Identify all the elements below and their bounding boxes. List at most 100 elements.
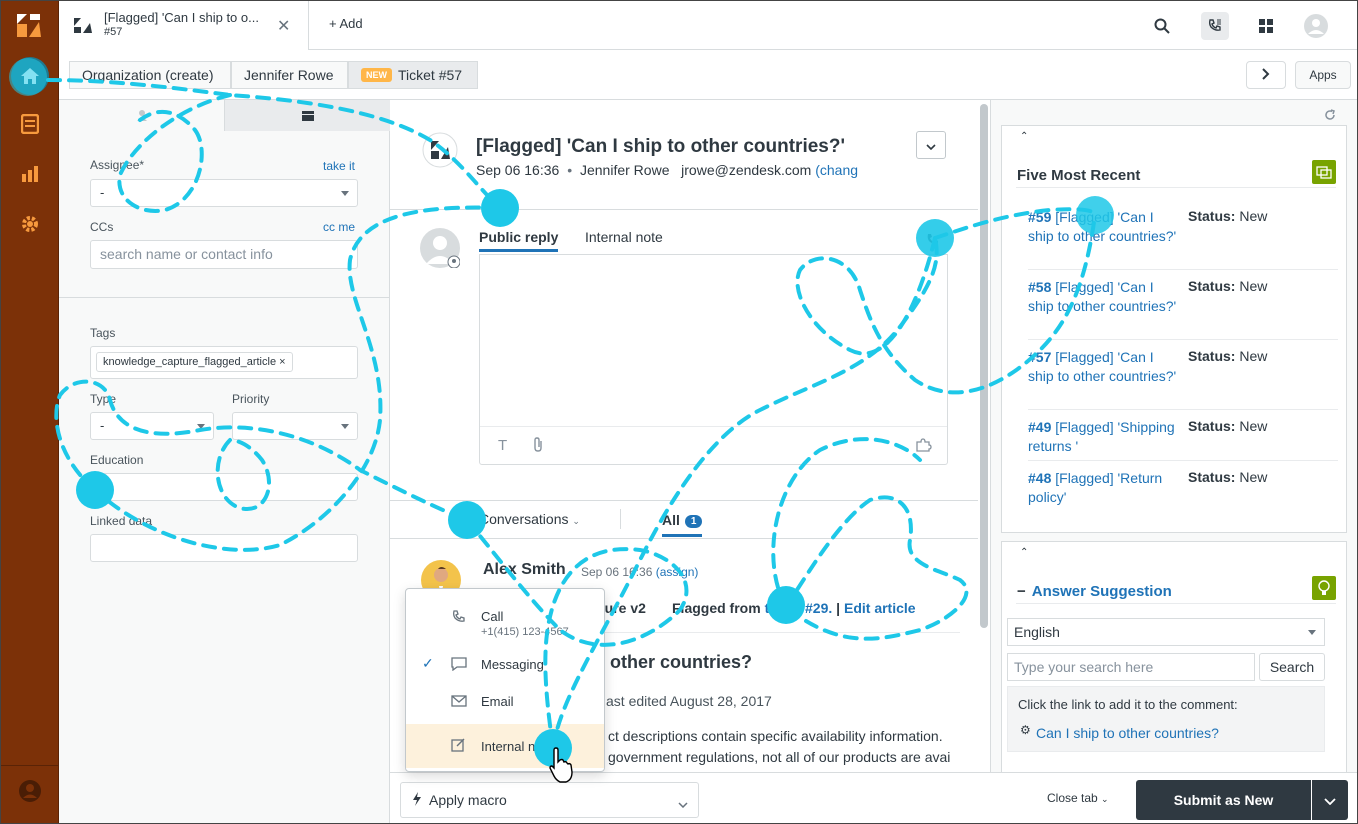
minus-icon: −	[1017, 583, 1026, 600]
submit-button[interactable]: Submit as New	[1136, 780, 1311, 820]
breadcrumb-ticket[interactable]: NEW Ticket #57	[348, 61, 478, 89]
profile-nav[interactable]	[0, 772, 59, 812]
apps-button[interactable]: Apps	[1295, 61, 1351, 89]
chevron-down-icon: ⌄	[1101, 794, 1109, 804]
envelope-icon	[451, 694, 467, 710]
bottom-action-bar: Apply macro Close tab ⌄ Submit as New	[390, 772, 1358, 824]
edit-article-link[interactable]: Edit article	[844, 600, 916, 616]
search-icon[interactable]	[1148, 12, 1176, 40]
article-body-line1: ct descriptions contain specific availab…	[608, 728, 943, 744]
recent-ticket-link[interactable]: #49 [Flagged] 'Shipping returns '	[1028, 418, 1178, 456]
conversation-scrollbar[interactable]	[980, 104, 988, 628]
tags-label: Tags	[90, 326, 116, 340]
list-item: #49 [Flagged] 'Shipping returns ' Status…	[1028, 418, 1338, 461]
tab-public-reply[interactable]: Public reply	[479, 229, 559, 252]
recent-ticket-status: Status: New	[1188, 469, 1268, 485]
filter-all-tab[interactable]: All 1	[662, 512, 703, 537]
section-divider	[59, 297, 390, 298]
menu-item-email[interactable]: Email	[406, 682, 604, 722]
ticket-options-button[interactable]	[916, 131, 946, 159]
linked-data-input[interactable]	[90, 534, 358, 562]
answer-search-button[interactable]: Search	[1259, 653, 1325, 681]
chevron-down-icon	[926, 137, 936, 153]
collapse-icon[interactable]: ⌃	[1020, 131, 1028, 142]
tab-ticket-fields[interactable]	[224, 100, 390, 131]
breadcrumb: Organization (create) Jennifer Rowe NEW T…	[59, 50, 1358, 100]
message-author[interactable]: Alex Smith	[483, 561, 566, 579]
next-ticket-button[interactable]	[1246, 61, 1286, 89]
list-item: #59 [Flagged] 'Can I ship to other count…	[1028, 208, 1338, 270]
recent-ticket-link[interactable]: #58 [Flagged] 'Can I ship to other count…	[1028, 278, 1178, 316]
apply-macro-select[interactable]: Apply macro	[400, 782, 699, 818]
priority-label: Priority	[232, 392, 270, 406]
tags-input[interactable]: knowledge_capture_flagged_article ×	[90, 346, 358, 379]
breadcrumb-requester[interactable]: Jennifer Rowe	[231, 61, 348, 89]
source-ticket-link[interactable]: ticket #29.	[765, 600, 833, 616]
comment-editor[interactable]: T	[479, 254, 948, 465]
assignee-select[interactable]: -	[90, 179, 358, 207]
attachment-icon[interactable]	[532, 437, 544, 456]
conversations-filter: Conversations ⌄ All 1	[390, 500, 978, 538]
tab-internal-note[interactable]: Internal note	[585, 229, 663, 245]
flagged-from-text: Flagged from ticket #29. | Edit article	[672, 600, 916, 616]
close-icon[interactable]: ✕	[277, 16, 290, 36]
reporting-nav[interactable]	[0, 155, 59, 195]
message-divider	[600, 632, 960, 633]
admin-nav[interactable]	[0, 205, 59, 245]
chevron-down-icon: ⌄	[572, 516, 580, 526]
suggested-article-link[interactable]: Can I ship to other countries?	[1036, 725, 1219, 741]
education-input[interactable]	[90, 473, 358, 501]
lightning-icon	[413, 792, 421, 809]
close-tab-dropdown[interactable]: Close tab ⌄	[1047, 791, 1109, 805]
five-most-recent-title: Five Most Recent	[1017, 167, 1141, 184]
home-nav[interactable]	[0, 56, 59, 96]
answer-suggestion-title[interactable]: − Answer Suggestion	[1017, 583, 1172, 600]
recent-ticket-link[interactable]: #57 [Flagged] 'Can I ship to other count…	[1028, 348, 1178, 386]
recent-ticket-link[interactable]: #59 [Flagged] 'Can I ship to other count…	[1028, 208, 1178, 246]
cc-me-link[interactable]: cc me	[323, 220, 355, 234]
menu-item-internal-note[interactable]: Internal note	[406, 724, 604, 768]
recent-ticket-link[interactable]: #48 [Flagged] 'Return policy'	[1028, 469, 1178, 507]
assign-link[interactable]: (assign)	[656, 565, 699, 579]
gear-icon	[20, 214, 40, 237]
recent-ticket-status: Status: New	[1188, 208, 1268, 224]
views-nav[interactable]	[0, 105, 59, 145]
priority-select[interactable]: -	[232, 412, 358, 440]
text-format-icon[interactable]: T	[498, 437, 507, 454]
menu-item-call[interactable]: Call +1(415) 123-4567	[406, 597, 604, 643]
talk-phone-icon[interactable]	[1201, 12, 1229, 40]
channel-switch-button[interactable]	[917, 228, 949, 254]
ticket-tab[interactable]: [Flagged] 'Can I ship to o... #57 ✕	[59, 0, 309, 50]
add-tab-button[interactable]: + Add	[329, 16, 363, 31]
language-select[interactable]: English	[1007, 618, 1325, 646]
answer-search-input[interactable]: Type your search here	[1007, 653, 1255, 681]
change-requester-link[interactable]: (chang	[815, 162, 858, 178]
refresh-icon[interactable]	[1324, 108, 1336, 124]
chevron-down-icon	[341, 424, 349, 429]
breadcrumb-organization[interactable]: Organization (create)	[69, 61, 231, 89]
ccs-input[interactable]: search name or contact info	[90, 240, 358, 269]
collapse-icon[interactable]: ⌃	[1020, 547, 1028, 558]
product-tray-icon[interactable]	[1252, 12, 1280, 40]
chevron-right-icon	[1262, 67, 1270, 83]
submit-options-button[interactable]	[1312, 780, 1348, 820]
chevron-down-icon	[341, 191, 349, 196]
chat-bubble-icon	[451, 657, 467, 674]
profile-avatar-icon[interactable]	[1302, 12, 1330, 40]
tab-user[interactable]	[59, 100, 224, 131]
ticket-subject[interactable]: [Flagged] 'Can I ship to other countries…	[476, 136, 845, 158]
menu-item-messaging[interactable]: ✓ Messaging	[406, 645, 604, 685]
take-it-link[interactable]: take it	[323, 159, 355, 173]
apps-puzzle-icon[interactable]	[916, 438, 932, 455]
suggestion-hint: Click the link to add it to the comment:	[1018, 697, 1238, 712]
remove-tag-icon[interactable]: ×	[279, 356, 285, 368]
five-most-recent-app: ⌃ Five Most Recent #59 [Flagged] 'Can I …	[1001, 125, 1347, 533]
plus-icon: +	[329, 16, 337, 31]
conversations-divider-bottom	[390, 538, 978, 539]
conversations-dropdown[interactable]: Conversations ⌄	[479, 511, 580, 527]
type-select[interactable]: -	[90, 412, 214, 440]
zendesk-logo-icon[interactable]	[14, 10, 44, 40]
chevron-down-icon	[197, 424, 205, 429]
apps-panel: ⌃ Five Most Recent #59 [Flagged] 'Can I …	[990, 100, 1358, 772]
channel-menu: Call +1(415) 123-4567 ✓ Messaging Email …	[405, 588, 605, 772]
